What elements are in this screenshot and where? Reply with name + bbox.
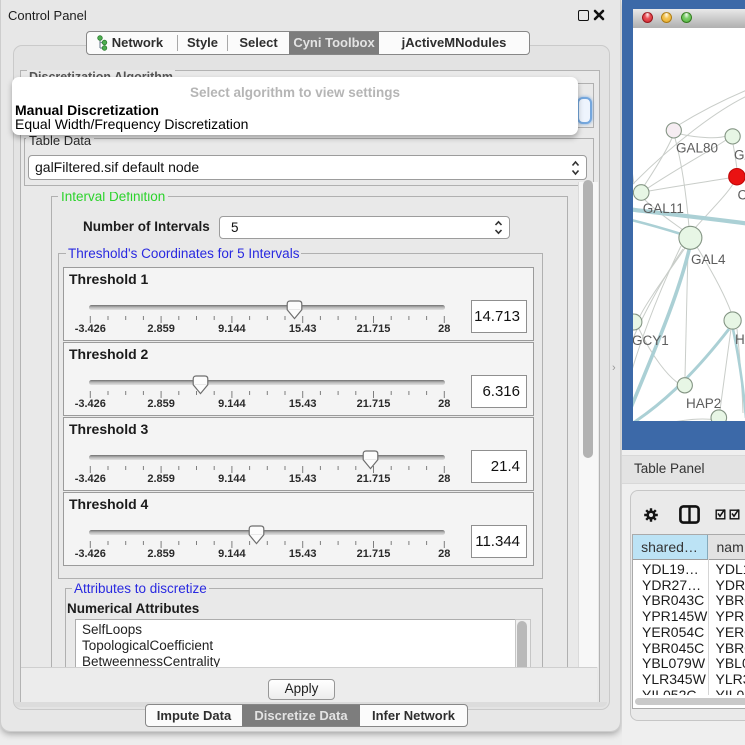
svg-text:GAL4: GAL4 [691,252,726,267]
svg-text:GAL11: GAL11 [643,201,684,216]
svg-text:HAP: HAP [735,332,745,347]
svg-text:GAL2: GAL2 [734,148,745,163]
svg-text:GAL80: GAL80 [676,141,718,156]
svg-text:CDC: CDC [738,188,745,203]
svg-text:GCY1: GCY1 [633,333,669,348]
svg-text:HAP2: HAP2 [686,396,721,411]
